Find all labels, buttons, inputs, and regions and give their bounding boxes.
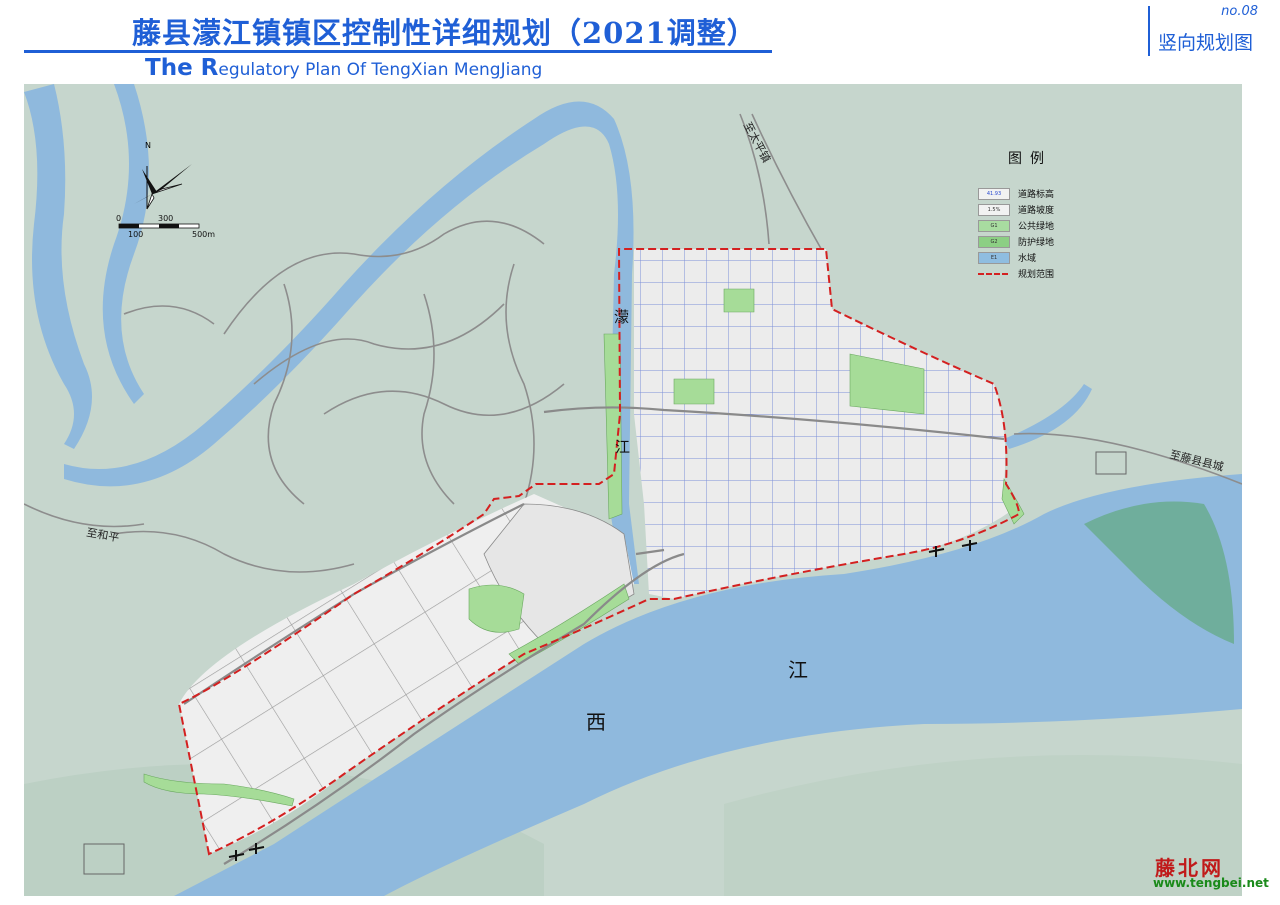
- compass-north-label: N: [145, 141, 151, 150]
- legend-swatch: E1: [978, 252, 1010, 264]
- river-label-jiang: 江: [788, 658, 808, 682]
- legend-title: 图例: [1008, 151, 1052, 167]
- legend-label: 规划范围: [1018, 270, 1055, 280]
- title-en-lead: The R: [145, 55, 219, 81]
- legend-swatch: G2: [978, 236, 1010, 248]
- legend-label: 水域: [1018, 254, 1037, 264]
- legend-swatch: 41.93: [978, 188, 1010, 200]
- legend-swatch: G1: [978, 220, 1010, 232]
- legend-label: 公共绿地: [1018, 222, 1055, 232]
- sheet-divider: [1148, 6, 1150, 56]
- legend-item-elevation: 41.93 道路标高: [978, 188, 1088, 200]
- legend-label: 道路标高: [1018, 190, 1055, 200]
- river-label-meng: 濛: [614, 308, 630, 326]
- legend-item-slope: 1.5% 道路坡度: [978, 204, 1088, 216]
- scale-label-0: 0: [116, 214, 122, 223]
- scale-label-300: 300: [158, 214, 174, 223]
- map-frame: N 0 300 100 500m 西 江 濛 江 至太平镇 至藤县县城 至和平 …: [24, 84, 1242, 896]
- river-label-meng-jiang: 江: [615, 438, 631, 456]
- page-header: 藤县濛江镇镇区控制性详细规划（2021调整） The Regulatory Pl…: [0, 0, 1280, 84]
- scale-bar: [118, 223, 200, 229]
- title-underline: [24, 50, 772, 53]
- map-title-en: The Regulatory Plan Of TengXian MengJian…: [145, 55, 542, 81]
- legend-item-protective-green: G2 防护绿地: [978, 236, 1088, 248]
- scale-label-500: 500m: [192, 230, 216, 239]
- sheet-name: 竖向规划图: [1158, 32, 1254, 54]
- brand-url[interactable]: www.tengbei.net: [1153, 876, 1269, 890]
- river-label-xi: 西: [586, 710, 606, 734]
- legend-item-public-green: G1 公共绿地: [978, 220, 1088, 232]
- legend-item-water: E1 水域: [978, 252, 1088, 264]
- legend-item-boundary: 规划范围: [978, 268, 1088, 280]
- legend-swatch-boundary: [978, 273, 1008, 275]
- title-en-rest: egulatory Plan Of TengXian MengJiang: [218, 60, 543, 80]
- scale-label-100: 100: [128, 230, 144, 239]
- legend-label: 道路坡度: [1018, 206, 1055, 216]
- sheet-number: no.08: [1221, 4, 1258, 19]
- legend-swatch: 1.5%: [978, 204, 1010, 216]
- map-title-cn: 藤县濛江镇镇区控制性详细规划（2021调整）: [132, 16, 757, 50]
- legend-label: 防护绿地: [1018, 238, 1055, 248]
